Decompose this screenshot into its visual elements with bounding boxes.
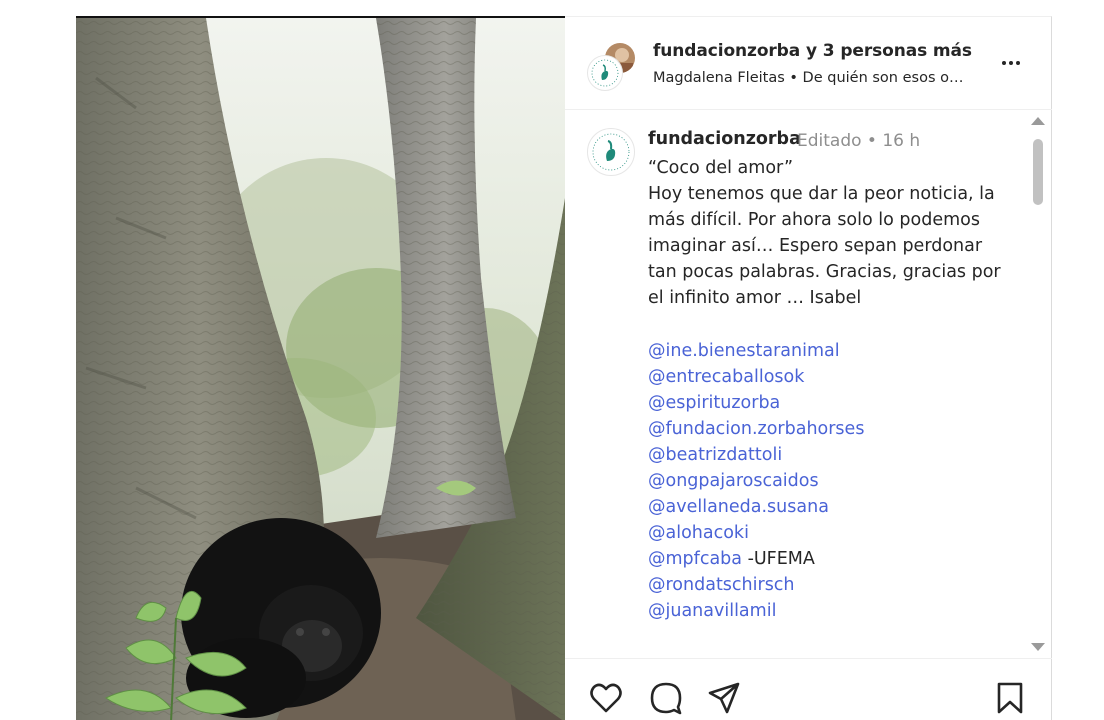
- share-icon: [708, 682, 740, 714]
- caption-text: “Coco del amor” Hoy tenemos que dar la p…: [648, 158, 1001, 308]
- mention-link[interactable]: @fundacion.zorbahorses: [648, 419, 864, 439]
- mention-row: @ine.bienestaranimal: [648, 338, 1008, 364]
- post-media-video[interactable]: [76, 16, 565, 720]
- header-audio-subtitle[interactable]: Magdalena Fleitas • De quién son esos o…: [653, 70, 993, 86]
- mention-row: @mpfcaba -UFEMA: [648, 546, 1008, 572]
- mention-row: @fundacion.zorbahorses: [648, 416, 1008, 442]
- mention-row: @entrecaballosok: [648, 364, 1008, 390]
- post-header: fundacionzorba y 3 personas más Magdalen…: [565, 17, 1052, 110]
- mention-link[interactable]: @juanavillamil: [648, 601, 776, 621]
- more-dot-icon: [1016, 61, 1020, 65]
- more-dot-icon: [1002, 61, 1006, 65]
- save-button[interactable]: [991, 679, 1029, 717]
- header-others[interactable]: y 3 personas más: [806, 41, 972, 61]
- mention-link[interactable]: @avellaneda.susana: [648, 497, 829, 517]
- mention-row: @beatrizdattoli: [648, 442, 1008, 468]
- comment-button[interactable]: [647, 679, 685, 717]
- post-side-panel: fundacionzorba y 3 personas más Magdalen…: [565, 16, 1052, 720]
- share-button[interactable]: [705, 679, 743, 717]
- mention-row: @alohacoki: [648, 520, 1008, 546]
- header-account[interactable]: fundacionzorba: [653, 41, 800, 61]
- mention-link[interactable]: @rondatschirsch: [648, 575, 795, 595]
- scroll-up-arrow-icon[interactable]: [1031, 117, 1045, 125]
- mention-link[interactable]: @beatrizdattoli: [648, 445, 782, 465]
- mention-link[interactable]: @mpfcaba: [648, 549, 742, 569]
- more-options-button[interactable]: [997, 51, 1025, 75]
- mention-row: @espirituzorba: [648, 390, 1008, 416]
- header-title[interactable]: fundacionzorba y 3 personas más: [653, 41, 972, 61]
- heart-icon: [590, 683, 622, 713]
- mention-link[interactable]: @alohacoki: [648, 523, 749, 543]
- mention-link[interactable]: @ine.bienestaranimal: [648, 341, 840, 361]
- more-dot-icon: [1009, 61, 1013, 65]
- mention-link[interactable]: @espirituzorba: [648, 393, 780, 413]
- mention-row: @rondatschirsch: [648, 572, 1008, 598]
- scrollbar-thumb[interactable]: [1033, 139, 1043, 205]
- post-viewer: fundacionzorba y 3 personas más Magdalen…: [0, 0, 1104, 720]
- caption-username[interactable]: fundacionzorba: [648, 129, 801, 149]
- fundacion-logo-avatar: [587, 55, 623, 91]
- forest-monkey-image: [76, 18, 565, 720]
- comment-icon: [650, 682, 682, 715]
- mention-link[interactable]: @ongpajaroscaidos: [648, 471, 819, 491]
- mention-row: @ongpajaroscaidos: [648, 468, 1008, 494]
- caption-area: fundacionzorba Editado • 16 h “Coco del …: [565, 111, 1035, 657]
- collab-avatars[interactable]: [587, 41, 639, 91]
- mention-link[interactable]: @entrecaballosok: [648, 367, 804, 387]
- mention-row: @avellaneda.susana: [648, 494, 1008, 520]
- action-bar: [565, 658, 1052, 720]
- bookmark-icon: [997, 682, 1023, 714]
- mention-list: @ine.bienestaranimal @entrecaballosok @esp…: [648, 338, 1008, 624]
- mention-suffix-text: -UFEMA: [742, 549, 815, 569]
- caption-meta: Editado • 16 h: [797, 131, 921, 151]
- scroll-down-arrow-icon[interactable]: [1031, 643, 1045, 651]
- mention-row: @juanavillamil: [648, 598, 1008, 624]
- like-button[interactable]: [587, 679, 625, 717]
- caption-scrollbar[interactable]: [1025, 113, 1051, 659]
